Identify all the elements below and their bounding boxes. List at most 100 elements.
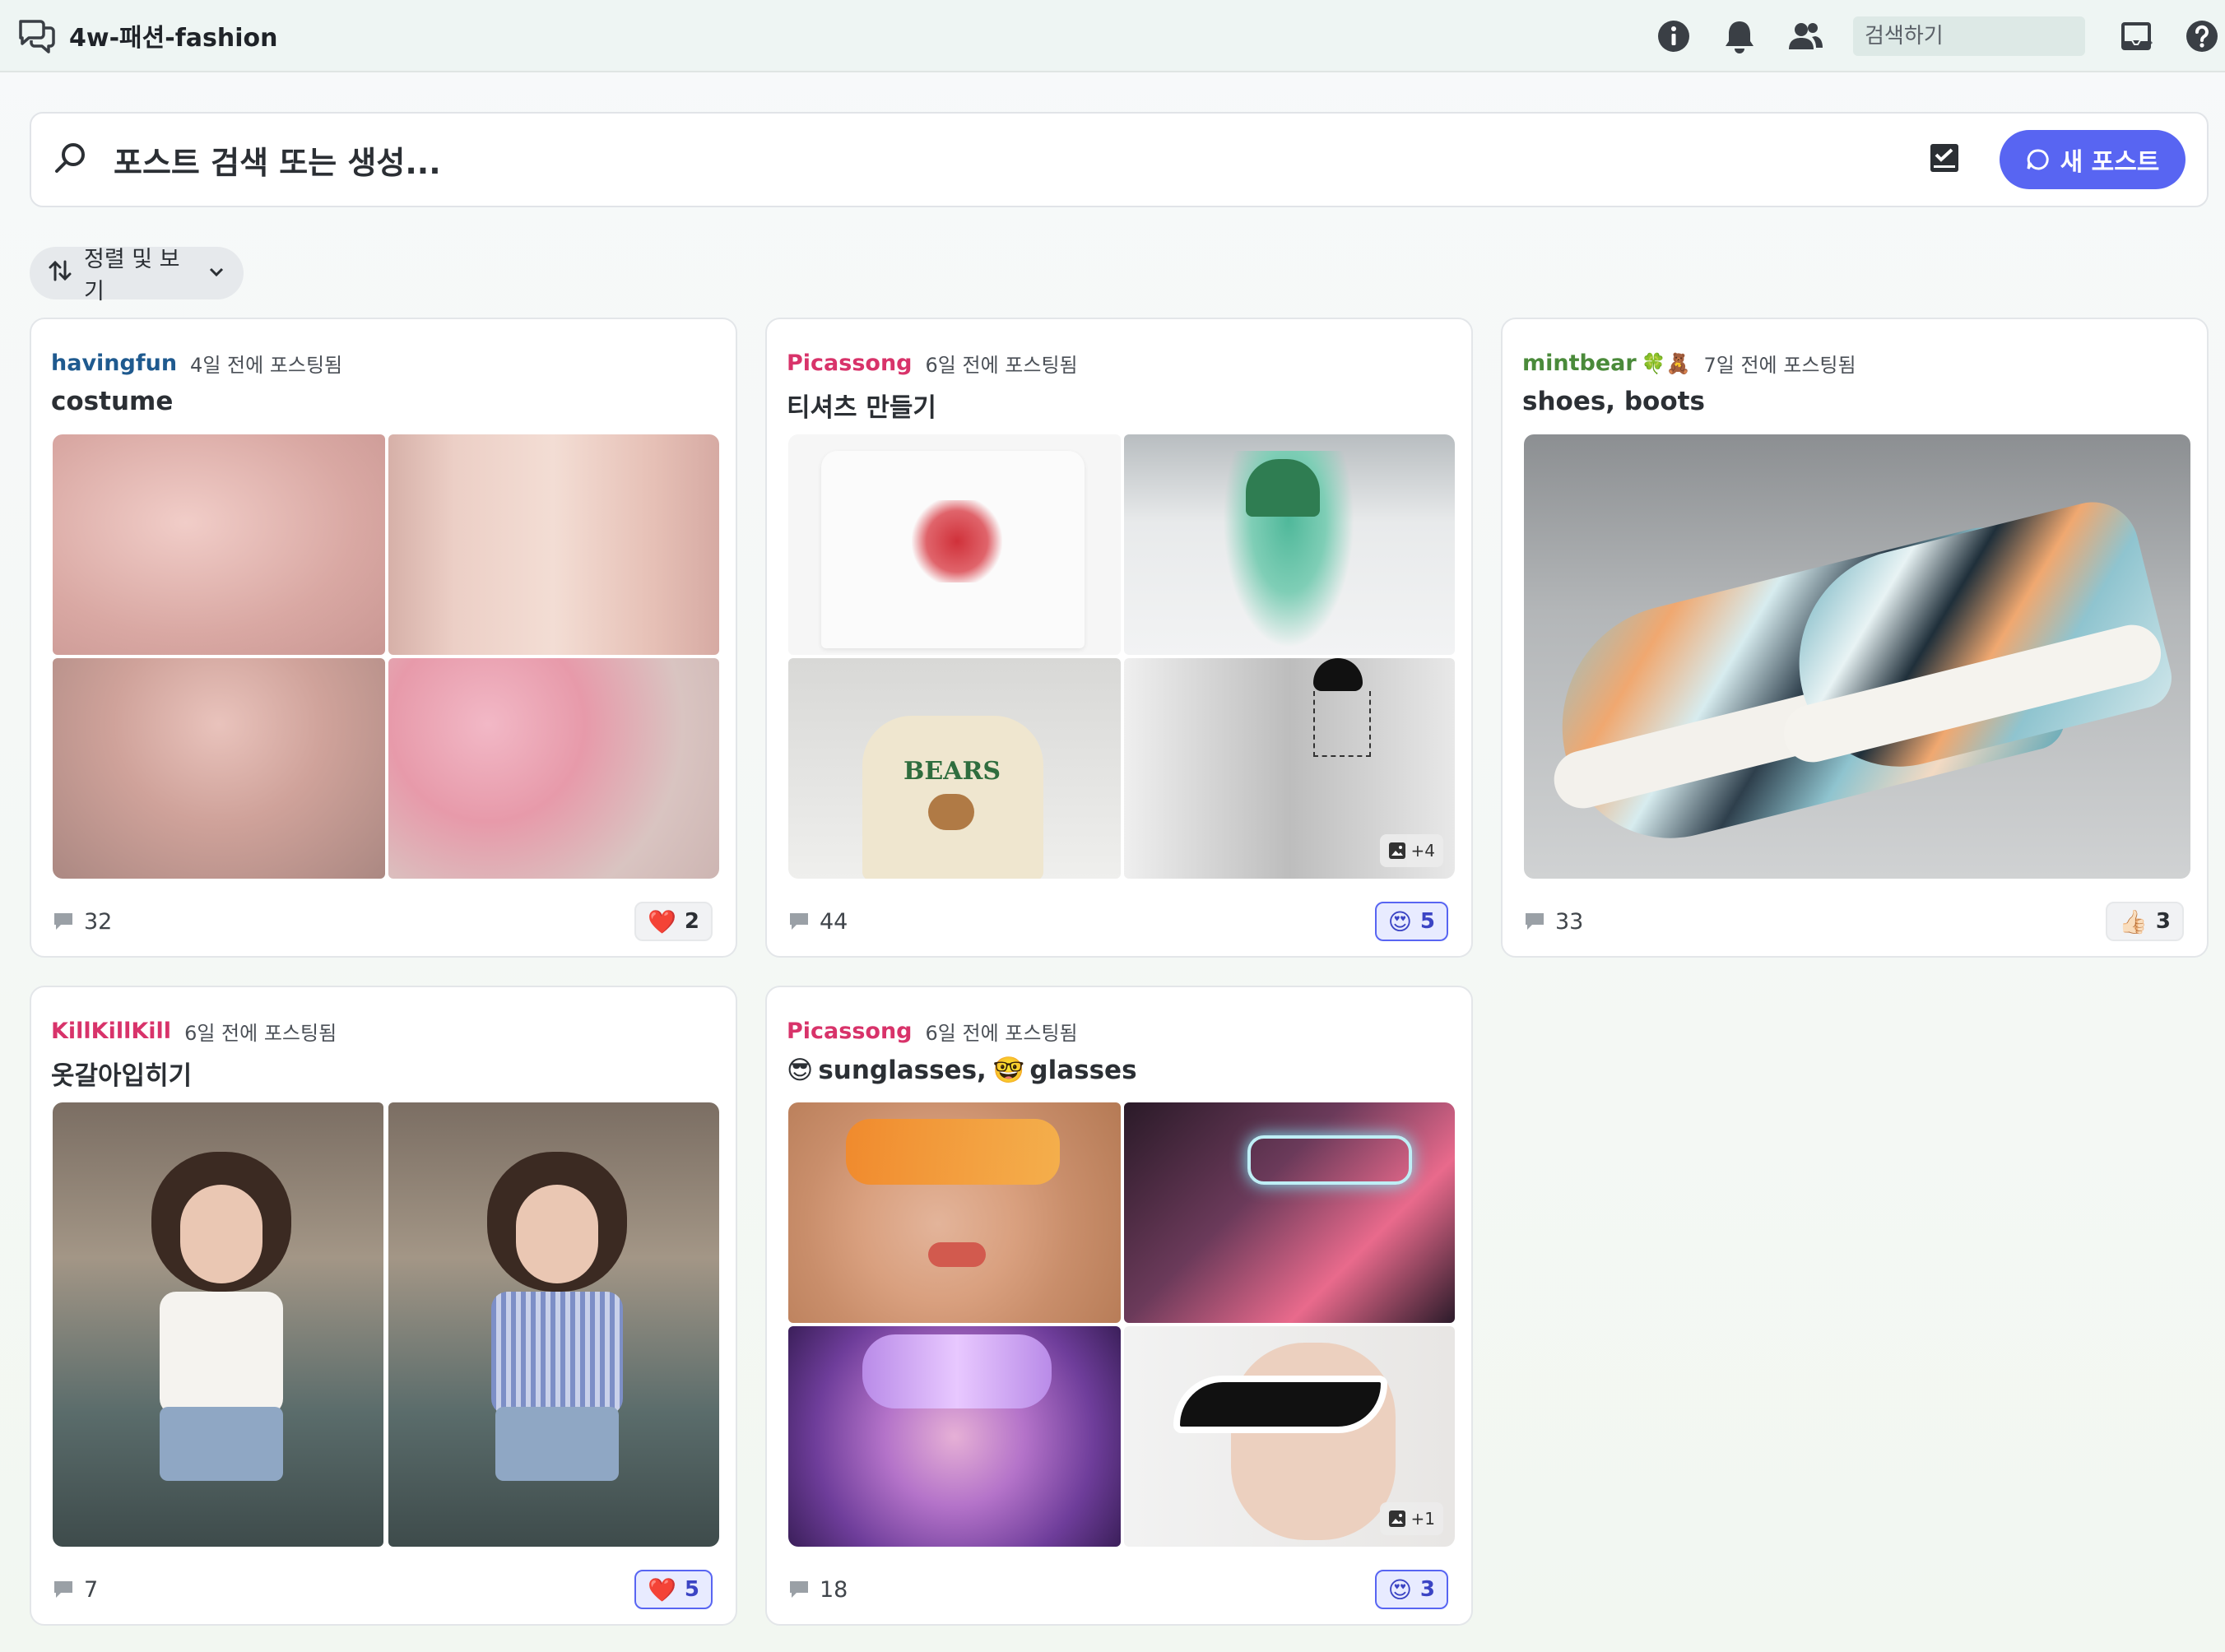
post-image[interactable]: [788, 434, 1121, 655]
post-meta: havingfun 4일 전에 포스팅됨: [51, 349, 342, 378]
post-meta: Picassong 6일 전에 포스팅됨: [787, 1017, 1078, 1046]
image-icon: [1388, 842, 1405, 859]
post-image[interactable]: [1124, 1102, 1455, 1323]
post-card[interactable]: KillKillKill 6일 전에 포스팅됨 옷갈아입히기 7 ❤️ 5: [30, 986, 737, 1626]
comment-count-value: 32: [84, 908, 113, 935]
reaction-count: 5: [684, 1577, 699, 1602]
post-image[interactable]: +1: [1124, 1326, 1455, 1547]
post-image[interactable]: +4: [1124, 658, 1455, 879]
inbox-icon[interactable]: [2118, 18, 2154, 54]
post-image[interactable]: [788, 1326, 1121, 1547]
image-icon: [1388, 1510, 1405, 1527]
members-icon[interactable]: [1787, 18, 1823, 54]
header-toolbar: [1656, 0, 2225, 72]
comment-count[interactable]: 7: [53, 1577, 98, 1603]
comment-count-value: 44: [820, 908, 848, 935]
post-footer: 18 😍 3: [788, 1568, 1448, 1611]
more-images-badge[interactable]: +4: [1379, 834, 1443, 867]
comment-count[interactable]: 44: [788, 909, 848, 935]
sort-and-view-button[interactable]: 정렬 및 보기: [30, 247, 244, 304]
post-media-grid[interactable]: BEARS +4: [788, 434, 1455, 879]
reaction-button[interactable]: 😍 3: [1374, 1570, 1448, 1609]
post-time: 6일 전에 포스팅됨: [925, 354, 1078, 377]
post-media[interactable]: [1524, 434, 2190, 879]
reaction-button[interactable]: 👍🏻 3: [2106, 902, 2184, 941]
help-icon[interactable]: [2184, 18, 2220, 54]
post-title-part: sunglasses,: [818, 1055, 987, 1085]
nerd-emoji: 🤓: [992, 1056, 1025, 1085]
heart-icon: ❤️: [648, 907, 676, 935]
post-image[interactable]: [53, 1102, 383, 1547]
post-author[interactable]: KillKillKill: [51, 1019, 171, 1044]
comment-icon: [54, 1581, 72, 1598]
post-author[interactable]: mintbear: [1522, 350, 1637, 376]
more-images-count: +1: [1410, 1509, 1435, 1529]
post-author[interactable]: havingfun: [51, 350, 177, 376]
post-title[interactable]: costume: [51, 387, 173, 416]
checklist-icon[interactable]: [1929, 142, 1960, 177]
post-image[interactable]: [388, 434, 719, 655]
search-icon: [53, 140, 89, 179]
reaction-count: 5: [1419, 909, 1435, 934]
post-time: 6일 전에 포스팅됨: [184, 1022, 337, 1045]
post-title[interactable]: 옷갈아입히기: [51, 1055, 192, 1092]
post-image[interactable]: [388, 1102, 719, 1547]
sort-label: 정렬 및 보기: [84, 247, 180, 304]
new-post-label: 새 포스트: [2060, 148, 2160, 177]
post-footer: 7 ❤️ 5: [53, 1568, 713, 1611]
post-card[interactable]: mintbear 🍀🧸 7일 전에 포스팅됨 shoes, boots 33 👍…: [1501, 318, 2209, 958]
post-card[interactable]: Picassong 6일 전에 포스팅됨 티셔츠 만들기 BEARS +4 44…: [765, 318, 1473, 958]
comment-count[interactable]: 33: [1524, 909, 1583, 935]
post-media-grid[interactable]: [53, 434, 719, 879]
post-image[interactable]: [1524, 434, 2190, 879]
chevron-down-icon: [207, 261, 225, 286]
comment-icon: [790, 913, 808, 930]
post-meta: KillKillKill 6일 전에 포스팅됨: [51, 1017, 337, 1046]
more-images-badge[interactable]: +1: [1379, 1502, 1443, 1535]
post-title[interactable]: 티셔츠 만들기: [787, 387, 936, 424]
header-search[interactable]: [1853, 16, 2153, 56]
chat-bubble-icon: [2027, 149, 2049, 170]
post-image[interactable]: [1124, 434, 1455, 655]
reaction-button[interactable]: ❤️ 2: [634, 902, 713, 941]
post-meta: Picassong 6일 전에 포스팅됨: [787, 349, 1078, 378]
post-time: 7일 전에 포스팅됨: [1703, 354, 1856, 377]
post-title[interactable]: 😎 sunglasses, 🤓 glasses: [787, 1055, 1137, 1086]
comment-icon: [1526, 913, 1544, 930]
post-author[interactable]: Picassong: [787, 350, 913, 376]
header-search-input[interactable]: [1865, 24, 2131, 49]
post-time: 6일 전에 포스팅됨: [925, 1022, 1078, 1045]
sunglasses-emoji: 😎: [787, 1055, 814, 1085]
post-card[interactable]: havingfun 4일 전에 포스팅됨 costume 32 ❤️ 2: [30, 318, 737, 958]
info-icon[interactable]: [1656, 18, 1692, 54]
post-footer: 32 ❤️ 2: [53, 900, 713, 943]
post-search-bar[interactable]: 포스트 검색 또는 생성... 새 포스트: [30, 112, 2209, 207]
thumbs-up-icon: 👍🏻: [2119, 907, 2148, 935]
post-image[interactable]: [788, 1102, 1121, 1323]
comment-count-value: 18: [820, 1576, 848, 1603]
post-image[interactable]: [388, 658, 719, 879]
author-badges: 🍀🧸: [1641, 351, 1691, 375]
post-title[interactable]: shoes, boots: [1522, 387, 1705, 416]
post-image[interactable]: [53, 434, 385, 655]
bell-icon[interactable]: [1721, 18, 1758, 54]
more-images-count: +4: [1410, 841, 1435, 861]
post-time: 4일 전에 포스팅됨: [190, 354, 343, 377]
reaction-count: 3: [1419, 1577, 1435, 1602]
post-author[interactable]: Picassong: [787, 1019, 913, 1044]
reaction-button[interactable]: ❤️ 5: [634, 1570, 713, 1609]
post-image[interactable]: BEARS: [788, 658, 1121, 879]
heart-eyes-icon: 😍: [1387, 1575, 1412, 1603]
post-search-placeholder[interactable]: 포스트 검색 또는 생성...: [114, 137, 1929, 183]
comment-count[interactable]: 32: [53, 909, 112, 935]
comment-count[interactable]: 18: [788, 1577, 848, 1603]
comment-count-value: 7: [84, 1576, 99, 1603]
new-post-button[interactable]: 새 포스트: [2000, 130, 2186, 189]
post-media-grid[interactable]: [53, 1102, 719, 1547]
post-meta: mintbear 🍀🧸 7일 전에 포스팅됨: [1522, 349, 1856, 378]
post-card[interactable]: Picassong 6일 전에 포스팅됨 😎 sunglasses, 🤓 gla…: [765, 986, 1473, 1626]
comment-count-value: 33: [1555, 908, 1584, 935]
post-media-grid[interactable]: +1: [788, 1102, 1455, 1547]
reaction-button[interactable]: 😍 5: [1374, 902, 1448, 941]
post-image[interactable]: [53, 658, 385, 879]
